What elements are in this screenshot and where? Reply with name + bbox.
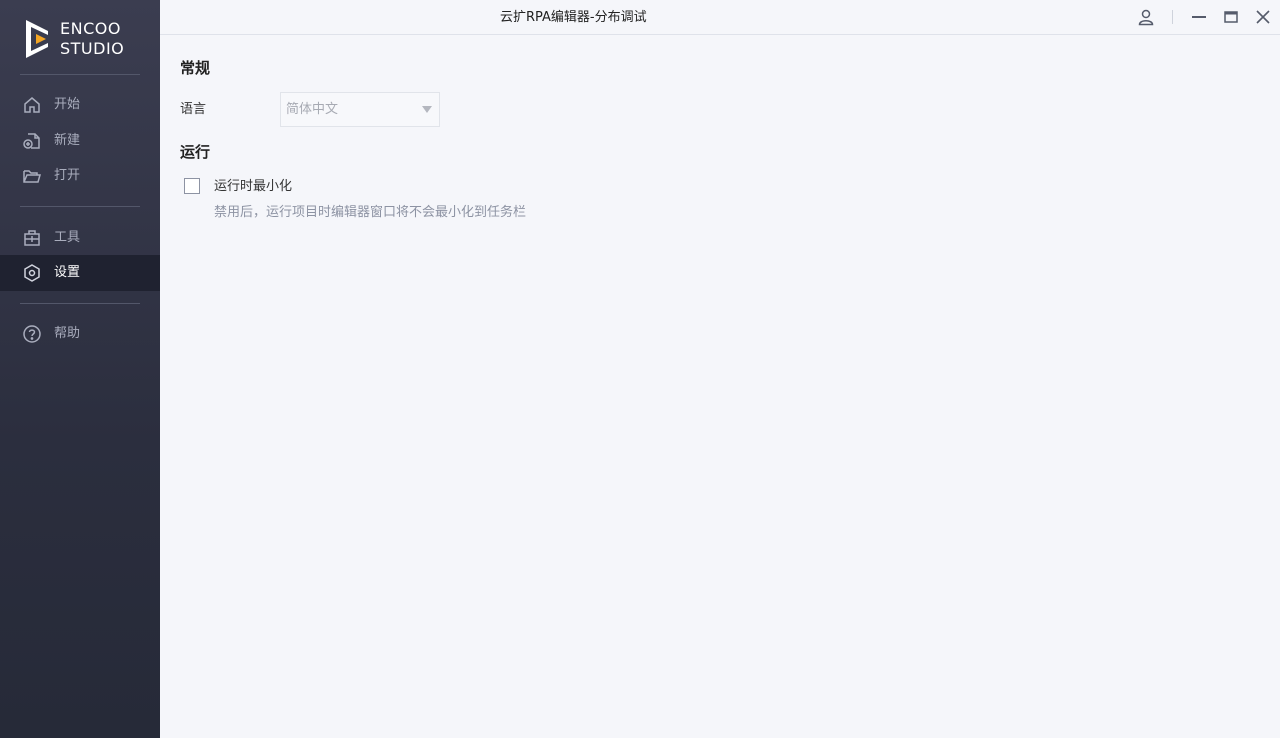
sidebar-divider bbox=[20, 206, 140, 207]
sidebar-item-settings[interactable]: 设置 bbox=[0, 255, 160, 291]
sidebar-item-label: 打开 bbox=[54, 168, 81, 183]
sidebar-item-open[interactable]: 打开 bbox=[0, 158, 160, 194]
toolbox-icon bbox=[22, 228, 42, 248]
language-select[interactable]: 简体中文 bbox=[280, 92, 440, 127]
sidebar-item-help[interactable]: 帮助 bbox=[0, 316, 160, 352]
sidebar-item-start[interactable]: 开始 bbox=[0, 87, 160, 123]
help-circle-icon bbox=[22, 324, 42, 344]
logo-line1: ENCOO bbox=[60, 19, 121, 38]
sidebar-item-new[interactable]: 新建 bbox=[0, 123, 160, 159]
app-logo: ENCOO STUDIO bbox=[24, 18, 144, 62]
language-label: 语言 bbox=[180, 102, 207, 117]
logo-line2: STUDIO bbox=[60, 39, 125, 58]
minimize-on-run-checkbox[interactable] bbox=[184, 178, 200, 194]
sidebar-item-label: 开始 bbox=[54, 97, 81, 112]
home-icon bbox=[22, 95, 42, 115]
minimize-icon bbox=[1192, 16, 1206, 18]
sidebar: ENCOO STUDIO 开始 新建 打开 工具 设置 帮助 bbox=[0, 0, 160, 738]
sidebar-item-tools[interactable]: 工具 bbox=[0, 220, 160, 256]
sidebar-item-label: 帮助 bbox=[54, 326, 81, 341]
sidebar-item-label: 新建 bbox=[54, 133, 81, 148]
settings-hexagon-icon bbox=[22, 263, 42, 283]
minimize-on-run-label[interactable]: 运行时最小化 bbox=[214, 178, 292, 196]
sidebar-divider bbox=[20, 303, 140, 304]
folder-open-icon bbox=[22, 166, 42, 186]
close-button[interactable] bbox=[1253, 7, 1273, 27]
settings-panel: 常规 语言 简体中文 运行 运行时最小化 禁用后，运行项目时编辑器窗口将不会最小… bbox=[160, 36, 1280, 738]
sidebar-divider bbox=[20, 74, 140, 75]
section-title-run: 运行 bbox=[180, 143, 211, 161]
title-bar: 云扩RPA编辑器-分布调试 bbox=[160, 0, 1280, 35]
new-file-icon bbox=[22, 131, 42, 151]
section-title-general: 常规 bbox=[180, 59, 211, 77]
sidebar-item-label: 设置 bbox=[54, 265, 81, 280]
titlebar-separator bbox=[1172, 10, 1173, 24]
user-account-button[interactable] bbox=[1136, 7, 1156, 27]
maximize-button[interactable] bbox=[1221, 7, 1241, 27]
window-title: 云扩RPA编辑器-分布调试 bbox=[500, 10, 647, 25]
minimize-button[interactable] bbox=[1189, 7, 1209, 27]
encoo-logo-icon bbox=[26, 20, 48, 58]
maximize-icon bbox=[1224, 11, 1238, 23]
language-select-value: 简体中文 bbox=[286, 102, 339, 117]
user-icon bbox=[1138, 9, 1154, 26]
close-icon bbox=[1256, 10, 1270, 24]
sidebar-item-label: 工具 bbox=[54, 230, 81, 245]
chevron-down-icon bbox=[422, 106, 432, 113]
logo-text: ENCOO STUDIO bbox=[60, 19, 124, 59]
minimize-on-run-hint: 禁用后，运行项目时编辑器窗口将不会最小化到任务栏 bbox=[214, 205, 527, 220]
